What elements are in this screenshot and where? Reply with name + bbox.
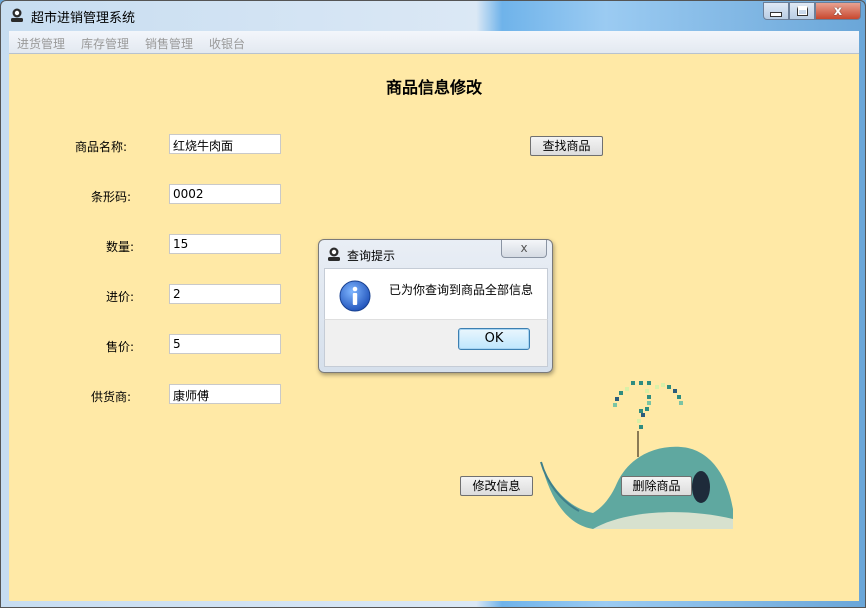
dialog-message: 已为你查询到商品全部信息 xyxy=(389,283,534,297)
window-controls: x xyxy=(763,2,861,21)
sale-price-field[interactable]: 5 xyxy=(169,334,281,354)
delete-product-button[interactable]: 删除商品 xyxy=(621,476,692,496)
purchase-price-label: 进价: xyxy=(105,290,134,304)
close-icon: x xyxy=(833,3,843,19)
close-icon: x xyxy=(520,241,528,255)
supplier-field[interactable]: 康师傅 xyxy=(169,384,281,404)
query-dialog: 查询提示 x 已为你查询到商品全部信息 OK xyxy=(318,239,553,373)
page-title: 商品信息修改 xyxy=(385,78,482,97)
whale-illustration xyxy=(540,381,733,529)
dialog-title: 查询提示 xyxy=(347,249,396,263)
app-icon xyxy=(11,8,23,22)
product-name-field[interactable]: 红烧牛肉面 xyxy=(169,134,281,154)
minimize-button[interactable] xyxy=(763,2,789,20)
window-title: 超市进销管理系统 xyxy=(31,11,136,26)
close-button[interactable]: x xyxy=(815,2,861,20)
dialog-footer: OK xyxy=(324,319,548,367)
menu-sales[interactable]: 销售管理 xyxy=(145,35,193,52)
minimize-icon xyxy=(770,11,782,17)
dialog-body: 已为你查询到商品全部信息 xyxy=(324,268,548,319)
info-icon xyxy=(339,280,371,312)
menu-bar: 进货管理 库存管理 销售管理 收银台 xyxy=(9,31,859,54)
supplier-label: 供货商: xyxy=(90,390,131,404)
quantity-field[interactable]: 15 xyxy=(169,234,281,254)
menu-cashier[interactable]: 收银台 xyxy=(209,35,245,52)
menu-purchase[interactable]: 进货管理 xyxy=(17,35,65,52)
maximize-button[interactable] xyxy=(789,2,815,20)
product-name-label: 商品名称: xyxy=(74,140,127,154)
purchase-price-field[interactable]: 2 xyxy=(169,284,281,304)
modify-info-button[interactable]: 修改信息 xyxy=(460,476,533,496)
title-bar[interactable]: 超市进销管理系统 x xyxy=(1,1,866,29)
sale-price-label: 售价: xyxy=(105,340,134,354)
barcode-label: 条形码: xyxy=(90,190,131,204)
search-product-button[interactable]: 查找商品 xyxy=(530,136,603,156)
ok-button[interactable]: OK xyxy=(458,328,530,350)
dialog-close-button[interactable]: x xyxy=(501,240,547,258)
app-window: 超市进销管理系统 x 进货管理 库存管理 销售管理 收银台 商品信息修改 商品名… xyxy=(0,0,866,608)
maximize-icon xyxy=(796,6,808,16)
barcode-field[interactable]: 0002 xyxy=(169,184,281,204)
app-icon xyxy=(328,247,340,261)
menu-inventory[interactable]: 库存管理 xyxy=(81,35,129,52)
quantity-label: 数量: xyxy=(105,240,134,254)
